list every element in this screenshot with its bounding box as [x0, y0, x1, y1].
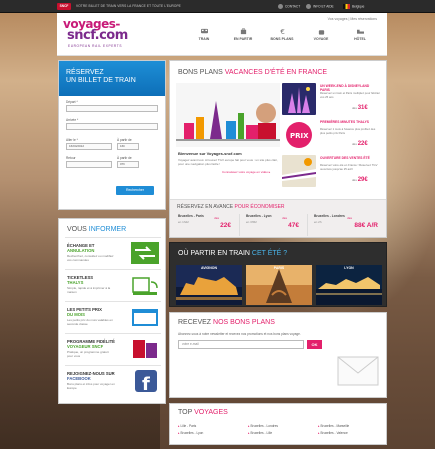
aller-time-select[interactable]: 16h [117, 143, 139, 150]
avignon-photo [176, 265, 242, 305]
advance-booking-strip: RÉSERVEZ EN AVANCE POUR ÉCONOMISER Bruxe… [170, 199, 386, 237]
svg-text:€: € [280, 28, 284, 35]
bed-icon [356, 29, 364, 34]
svg-text:PRIX: PRIX [290, 132, 309, 140]
welcome-text: Voyagez avant tout. Arrouvez TGV europe … [178, 158, 278, 166]
top-voyages-title: TOP VOYAGES [178, 409, 228, 416]
nav-voyage[interactable]: VOYAGE [302, 25, 340, 55]
retour-time-select[interactable]: 07h [117, 161, 139, 168]
newsletter-title: RECEVEZ NOS BONS PLANS [178, 319, 275, 326]
thalys-badge-image: PRIX [282, 119, 316, 151]
site-header: voyages- sncf.com EUROPEAN RAIL EXPERTS … [57, 13, 387, 56]
top-voyage-link[interactable]: Bruxelles - Valence [318, 431, 348, 435]
newsletter-text: Abonnez-vous à notre newsletter et recev… [178, 332, 301, 336]
city-paris[interactable]: PARIS [246, 265, 312, 305]
info-facebook[interactable]: REJOIGNEZ-NOUS SUR FACEBOOK Bons plans e… [65, 365, 161, 395]
booking-panel: RÉSERVEZ UN BILLET DE TRAIN Départ * Arr… [58, 60, 166, 210]
info-programme-fidelite[interactable]: PROGRAMME FIDÉLITÉ VOYAGEUR SNCF Pratiqu… [65, 333, 161, 363]
top-voyage-link[interactable]: Bruxelles - Lille [248, 431, 273, 435]
top-voyage-link[interactable]: Bruxelles - Marseille [318, 424, 350, 428]
informer-panel: VOUS INFORMER ÉCHANGE ET ANNULATION Rech… [58, 218, 166, 404]
route-bruxelles-paris[interactable]: Bruxelles - Paris en 1h22 dès 22€ [176, 214, 240, 236]
info-ticketless-thalys[interactable]: TICKETLESS THALYS Simple, rapide et à im… [65, 269, 161, 299]
train-icon [200, 28, 208, 34]
aller-time-label: À partir de [117, 138, 132, 142]
account-links[interactable]: Vos voyages | Mes réservations [328, 17, 377, 21]
booking-subtitle: UN BILLET DE TRAIN [66, 77, 136, 84]
top-bar-tagline: VOTRE BILLET DE TRAIN VERS LA FRANCE ET … [76, 4, 181, 8]
route-bruxelles-londres[interactable]: Bruxelles - Londres en 2h dès 88€ A/R [312, 214, 382, 236]
suitcase-icon [240, 28, 246, 35]
summer-tgv-image [282, 155, 316, 187]
aller-label: Aller le * [66, 138, 78, 142]
top-bar: SNCF VOTRE BILLET DE TRAIN VERS LA FRANC… [0, 0, 435, 13]
nav-hotel[interactable]: HÔTEL [341, 25, 379, 55]
belgium-flag-icon [343, 4, 350, 9]
sncf-logo[interactable]: SNCF [57, 3, 71, 10]
top-voyage-link[interactable]: Bruxelles - Lyon [178, 431, 204, 435]
booking-title: RÉSERVEZ [66, 69, 104, 76]
main-nav: TRAIN EN PARTIR € BONS PLANS VOYAGE HÔTE… [185, 25, 385, 55]
ou-partir-title: OÙ PARTIR EN TRAIN CET ÉTÉ ? [178, 250, 288, 257]
exchange-arrows-icon [131, 242, 159, 264]
city-lyon[interactable]: LYON [316, 265, 382, 305]
bag-icon [318, 30, 324, 35]
booking-header: RÉSERVEZ UN BILLET DE TRAIN [59, 61, 165, 96]
lyon-photo [316, 265, 382, 305]
retour-label: Retour [66, 156, 76, 160]
bons-plans-title: BONS PLANS VACANCES D'ÉTÉ EN FRANCE [178, 69, 328, 76]
aller-date-field[interactable]: 16/04/2012 [66, 143, 112, 150]
paris-skyline-illustration[interactable] [176, 83, 280, 147]
newsletter-panel: RECEVEZ NOS BONS PLANS Abonnez-vous à no… [169, 312, 387, 398]
offer-ete[interactable]: OUVERTURE DES VENTES ÉTÉ Réservez votre … [282, 155, 382, 189]
contact-link[interactable]: CONTACT [278, 4, 300, 9]
paris-photo [246, 265, 312, 305]
bons-plans-panel: BONS PLANS VACANCES D'ÉTÉ EN FRANCE Bien… [169, 60, 387, 238]
country-selector[interactable]: Belgique [343, 4, 364, 9]
newsletter-ok-button[interactable]: OK [307, 340, 322, 349]
advance-title: RÉSERVEZ EN AVANCE POUR ÉCONOMISER [177, 204, 285, 210]
search-button[interactable]: Rechercher [116, 186, 154, 195]
envelope-icon [337, 356, 379, 386]
calendar-icon [132, 309, 158, 326]
help-link[interactable]: INFO ET AIDE [306, 4, 334, 9]
route-bruxelles-lyon[interactable]: Bruxelles - Lyon en 3h52 dès 47€ [244, 214, 308, 236]
disneyland-castle-image [282, 83, 316, 115]
nav-bons-plans[interactable]: € BONS PLANS [263, 25, 301, 55]
depart-label: Départ * [66, 100, 78, 104]
nav-en-partir[interactable]: EN PARTIR [224, 25, 262, 55]
offer-thalys[interactable]: PRIX PREMIÈRES MINUTES THALYS Réservez 1… [282, 119, 382, 153]
page: SNCF VOTRE BILLET DE TRAIN VERS LA FRANC… [0, 0, 435, 449]
info-petits-prix[interactable]: LES PETITS PRIX DU MOIS Les petits prix … [65, 301, 161, 331]
info-echange-annulation[interactable]: ÉCHANGE ET ANNULATION Recherchez, consul… [65, 237, 161, 267]
depart-field[interactable] [66, 105, 158, 112]
arrivee-field[interactable] [66, 123, 158, 130]
video-link[interactable]: Connaissez votre voyage en vidéo ▸ [222, 170, 270, 174]
contact-icon [278, 4, 283, 9]
informer-title: VOUS INFORMER [67, 226, 127, 233]
arrivee-label: Arrivée * [66, 118, 79, 122]
loyalty-card-icon [133, 340, 157, 358]
facebook-icon: f [135, 370, 157, 392]
offer-disneyland[interactable]: UN WEEK-END À DISNEYLAND PARIS Réservez … [282, 83, 382, 117]
top-voyage-link[interactable]: Lille - Paris [178, 424, 197, 428]
euro-icon: € [280, 28, 284, 35]
welcome-heading: Bienvenue sur Voyages-sncf.com [178, 151, 242, 156]
nav-train[interactable]: TRAIN [185, 25, 223, 55]
help-icon [306, 4, 311, 9]
ou-partir-panel: OÙ PARTIR EN TRAIN CET ÉTÉ ? AVIGNON PAR… [169, 242, 387, 307]
top-voyages-panel: TOP VOYAGES Lille - Paris Bruxelles - Ly… [169, 403, 387, 445]
city-avignon[interactable]: AVIGNON [176, 265, 242, 305]
retour-date-field[interactable] [66, 161, 112, 168]
top-voyage-link[interactable]: Bruxelles - Londres [248, 424, 278, 428]
voyages-sncf-logo[interactable]: voyages- sncf.com EUROPEAN RAIL EXPERTS [63, 17, 143, 51]
retour-time-label: À partir de [117, 156, 132, 160]
email-field[interactable]: votre e-mail [178, 340, 304, 349]
ticketless-icon [132, 277, 158, 295]
svg-text:f: f [142, 374, 150, 392]
